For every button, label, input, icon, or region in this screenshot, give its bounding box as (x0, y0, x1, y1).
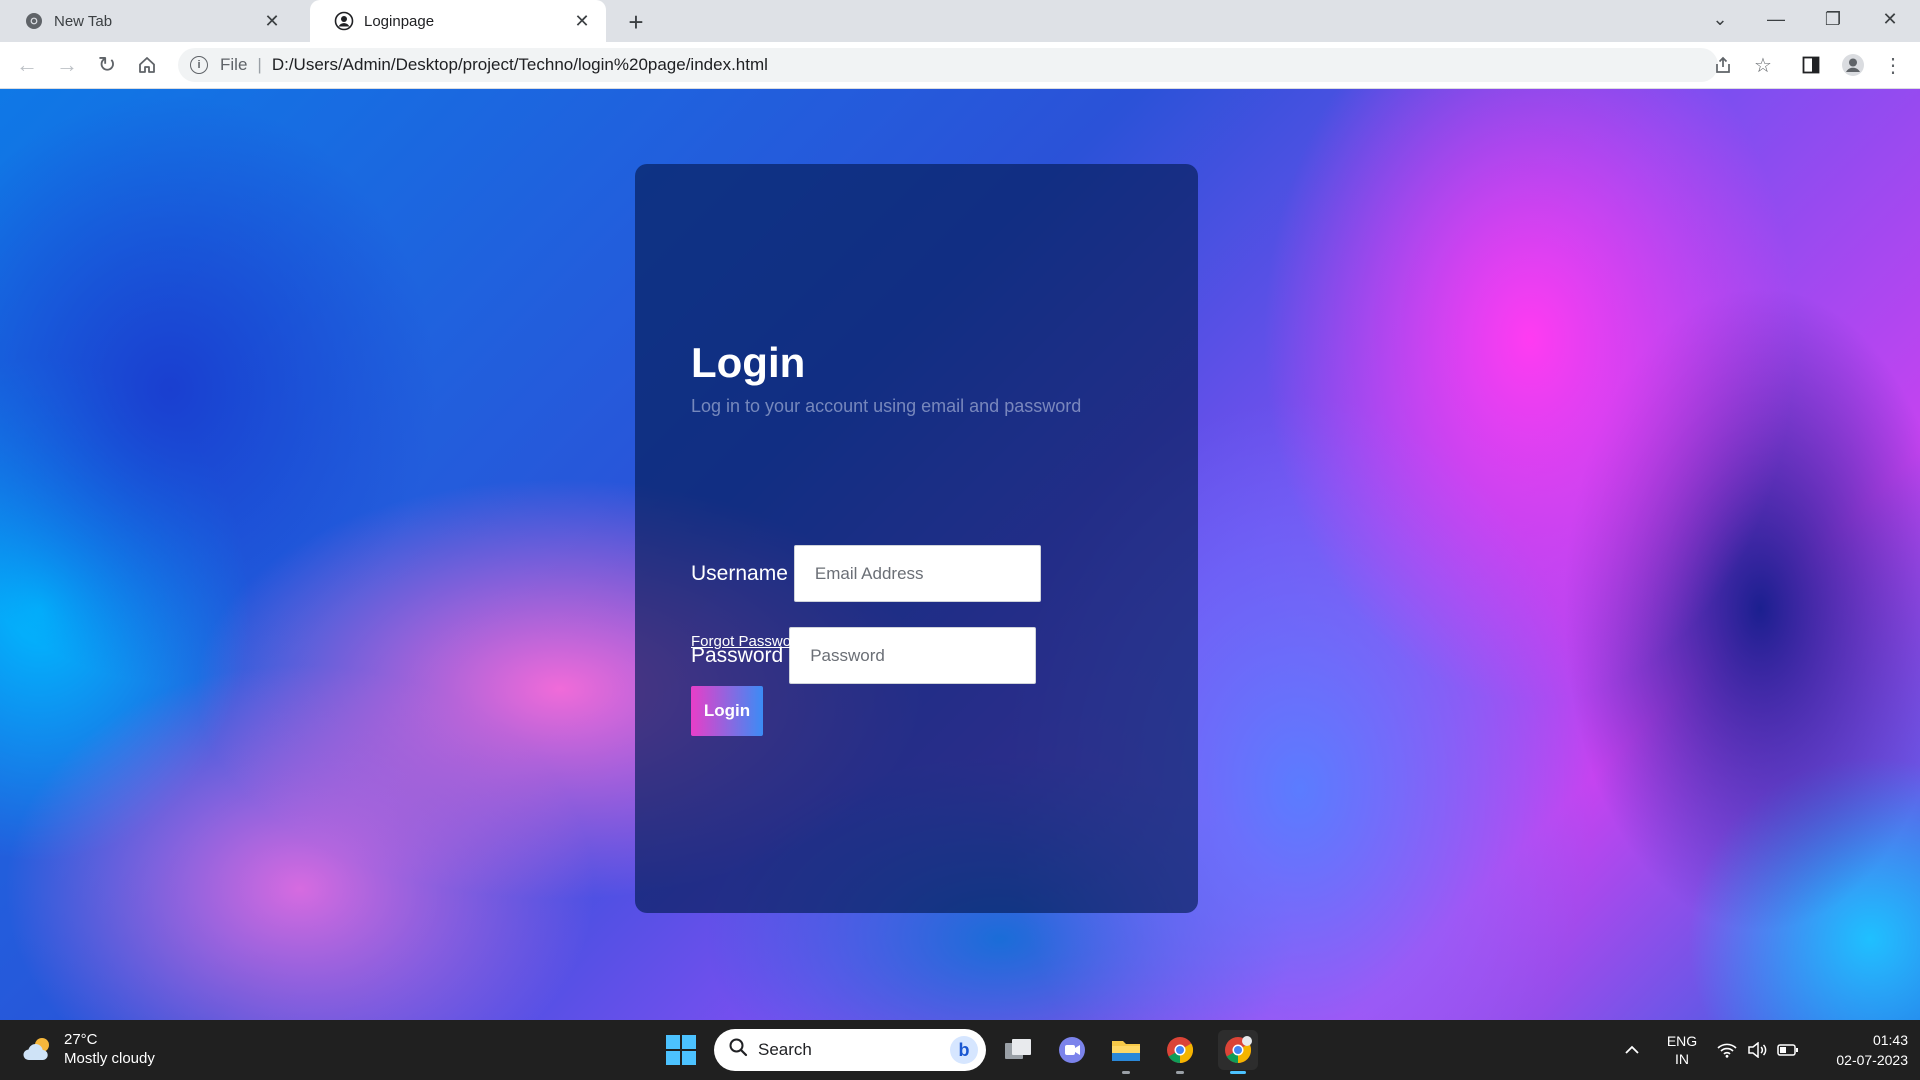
tab-title: Loginpage (364, 12, 435, 30)
taskbar-search[interactable]: Search b (714, 1029, 986, 1071)
username-row: Username (691, 545, 1041, 602)
weather-temp: 27°C (64, 1031, 98, 1048)
tab-search-chevron-icon[interactable]: ⌄ (1694, 0, 1746, 38)
page-background: Login Log in to your account using email… (0, 89, 1920, 1020)
forward-icon[interactable]: → (52, 50, 82, 80)
weather-desc: Mostly cloudy (64, 1050, 155, 1067)
task-view-icon[interactable] (998, 1030, 1038, 1070)
clock-time: 01:43 (1872, 1032, 1908, 1048)
email-field[interactable] (793, 545, 1041, 602)
login-subtitle: Log in to your account using email and p… (691, 396, 1082, 416)
tab-title: New Tab (54, 12, 113, 30)
restore-icon[interactable]: ❐ (1807, 0, 1859, 38)
running-indicator (1122, 1071, 1130, 1074)
login-button[interactable]: Login (691, 686, 763, 736)
browser-toolbar: ← → ↻ i File | D:/Users/Admin/Desktop/pr… (0, 42, 1920, 89)
running-indicator (1176, 1071, 1184, 1074)
info-icon[interactable]: i (190, 56, 208, 74)
address-url: D:/Users/Admin/Desktop/project/Techno/lo… (271, 55, 768, 74)
close-tab-icon[interactable]: ✕ (262, 11, 282, 31)
taskbar-search-placeholder: Search (758, 1040, 812, 1059)
bookmark-star-icon[interactable]: ☆ (1748, 50, 1778, 80)
language-code: ENG (1666, 1033, 1698, 1049)
chrome-taskbar-icon[interactable] (1160, 1030, 1200, 1074)
tray-chevron-up-icon[interactable] (1618, 1020, 1646, 1080)
address-separator: | (257, 55, 262, 74)
back-icon[interactable]: ← (12, 50, 42, 80)
language-region: IN (1675, 1051, 1689, 1067)
clock-date: 02-07-2023 (1836, 1052, 1908, 1068)
user-globe-icon (334, 11, 354, 31)
address-bar[interactable]: i File | D:/Users/Admin/Desktop/project/… (178, 48, 1718, 82)
battery-icon[interactable] (1774, 1020, 1802, 1080)
bing-icon[interactable]: b (950, 1036, 978, 1064)
cloudy-weather-icon (23, 1038, 49, 1060)
close-tab-icon[interactable]: ✕ (572, 11, 592, 31)
wifi-icon[interactable] (1714, 1020, 1740, 1080)
reload-icon[interactable]: ↻ (92, 50, 122, 80)
share-icon[interactable] (1708, 50, 1738, 80)
forgot-password-link[interactable]: Forgot Password (691, 633, 804, 650)
weather-widget[interactable]: 27°C Mostly cloudy (22, 1030, 155, 1068)
password-field[interactable] (789, 627, 1037, 684)
os-taskbar: 27°C Mostly cloudy Search b ENG IN 01:43… (0, 1020, 1920, 1080)
side-panel-icon[interactable] (1796, 50, 1826, 80)
active-indicator (1230, 1071, 1246, 1074)
page-title: Login (691, 339, 806, 386)
tab-new-tab[interactable]: New Tab ✕ (0, 0, 296, 42)
minimize-icon[interactable]: — (1750, 0, 1802, 38)
clock[interactable]: 01:43 02-07-2023 (1812, 1020, 1908, 1080)
close-window-icon[interactable]: ✕ (1864, 0, 1916, 38)
language-indicator[interactable]: ENG IN (1660, 1020, 1704, 1080)
tab-loginpage[interactable]: Loginpage ✕ (310, 0, 606, 42)
chrome-icon (24, 11, 44, 31)
login-card: Login Log in to your account using email… (635, 164, 1198, 913)
browser-tab-bar: New Tab ✕ Loginpage ✕ + ⌄ — ❐ ✕ (0, 0, 1920, 42)
home-icon[interactable] (132, 50, 162, 80)
windows-start-icon[interactable] (666, 1035, 696, 1065)
menu-kebab-icon[interactable]: ⋮ (1878, 50, 1908, 80)
profile-avatar-icon[interactable] (1838, 50, 1868, 80)
new-tab-button[interactable]: + (620, 6, 652, 38)
volume-icon[interactable] (1744, 1020, 1770, 1080)
teams-chat-icon[interactable] (1052, 1030, 1092, 1070)
file-explorer-icon[interactable] (1106, 1030, 1146, 1074)
chrome-profile-taskbar-icon[interactable] (1218, 1030, 1258, 1074)
username-label: Username (691, 561, 788, 585)
search-icon (728, 1037, 748, 1063)
address-scheme: File (220, 55, 248, 74)
